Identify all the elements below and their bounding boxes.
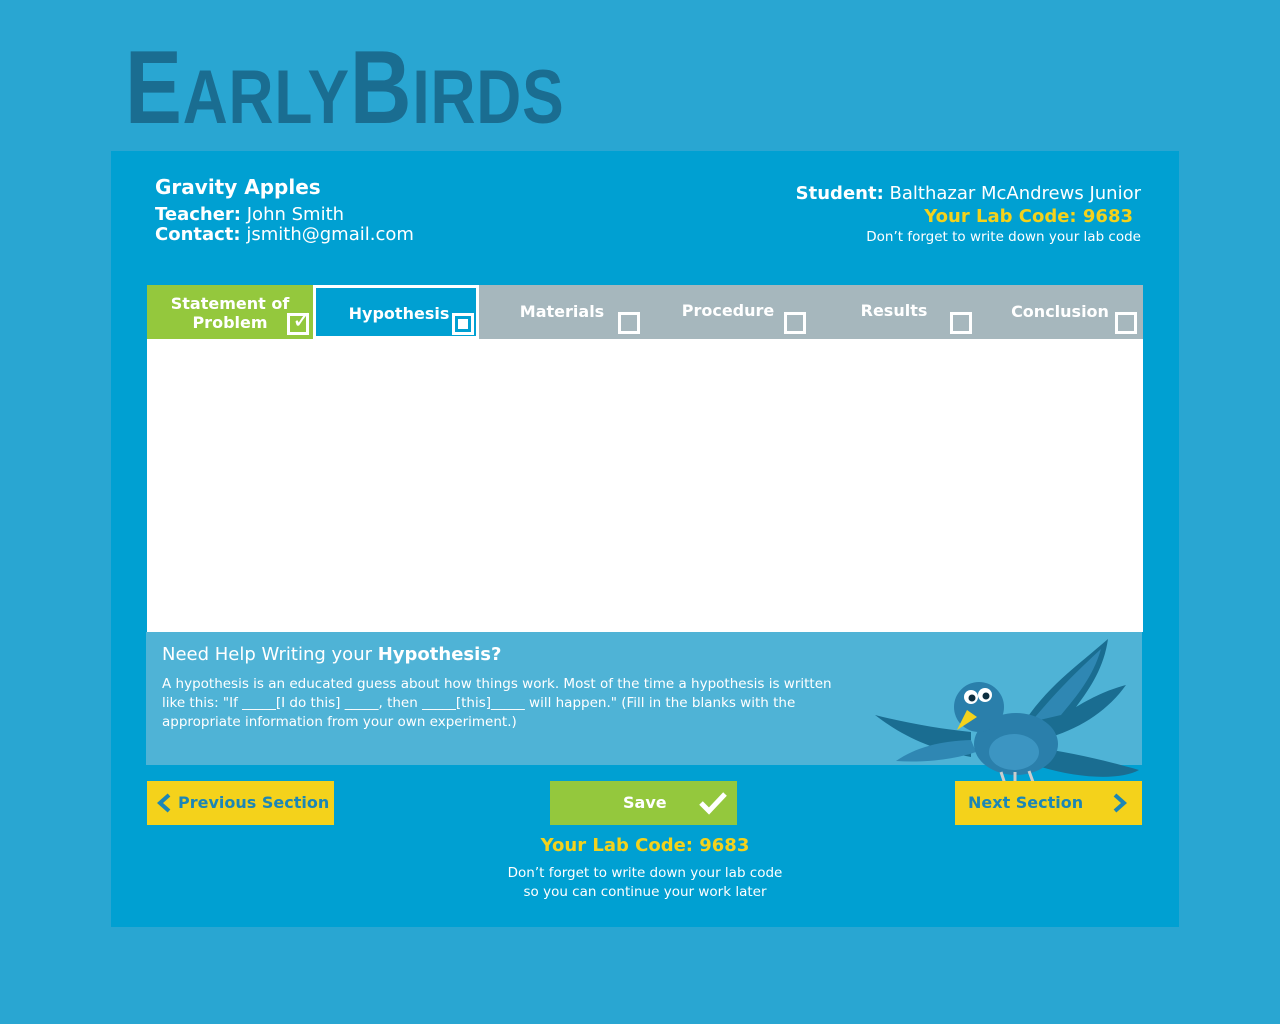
chevron-right-icon (1113, 793, 1128, 813)
tab-label: Procedure (681, 301, 775, 320)
next-section-button[interactable]: Next Section (955, 781, 1142, 825)
contact-email: jsmith@gmail.com (246, 224, 414, 245)
earlybirds-logo: EARLYBIRDS (125, 30, 565, 146)
next-section-label: Next Section (968, 793, 1084, 812)
teacher-label: Teacher: (155, 204, 242, 225)
chevron-left-icon (156, 793, 171, 813)
reminder-line1: Don’t forget to write down your lab code (507, 865, 783, 881)
checkbox-empty-icon (1115, 312, 1137, 334)
help-text: A hypothesis is an educated guess about … (162, 676, 832, 730)
save-button[interactable]: Save (550, 781, 737, 825)
teacher-line: Teacher: John Smith (155, 204, 344, 225)
teacher-name: John Smith (246, 204, 345, 225)
help-title: Need Help Writing your Hypothesis? (162, 644, 501, 665)
project-title: Gravity Apples (155, 175, 321, 199)
checkmark-icon (699, 792, 727, 815)
tab-label-line1: Statement of (170, 294, 290, 313)
reminder-line2: so you can continue your work later (523, 884, 767, 900)
contact-line: Contact: jsmith@gmail.com (155, 224, 414, 245)
previous-section-label: Previous Section (178, 793, 330, 812)
help-box: Need Help Writing your Hypothesis? A hyp… (146, 632, 1142, 785)
student-label: Student: (795, 183, 884, 204)
tab-label: Materials (519, 302, 605, 321)
checkbox-empty-icon (618, 312, 640, 334)
lab-code-reminder-top: Don’t forget to write down your lab code (866, 229, 1141, 245)
lab-panel: Gravity Apples Teacher: John Smith Conta… (111, 151, 1179, 927)
checkbox-empty-icon (784, 312, 806, 334)
student-name: Balthazar McAndrews Junior (889, 183, 1142, 204)
tab-results[interactable]: Results (811, 285, 977, 339)
previous-section-button[interactable]: Previous Section (147, 781, 334, 825)
lab-code-bottom: Your Lab Code: 9683 (540, 835, 750, 856)
tab-materials[interactable]: Materials (479, 285, 645, 339)
tab-label-line2: Problem (192, 313, 268, 332)
lab-code-reminder-bottom: Don’t forget to write down your lab code… (111, 864, 1179, 902)
hypothesis-text-area[interactable] (147, 339, 1143, 632)
tab-label: Results (860, 301, 928, 320)
lab-code-top: Your Lab Code: 9683 (924, 206, 1133, 227)
checkbox-in-progress-icon (452, 313, 474, 335)
checkbox-checked-icon: ✓ (287, 308, 312, 335)
tab-statement-of-problem[interactable]: Statement of Problem ✓ (147, 285, 313, 339)
tab-conclusion[interactable]: Conclusion (977, 285, 1143, 339)
checkbox-empty-icon (950, 312, 972, 334)
contact-label: Contact: (155, 224, 241, 245)
tab-label: Conclusion (1011, 302, 1109, 321)
help-title-topic: Hypothesis? (377, 644, 502, 665)
help-title-prefix: Need Help Writing your (162, 644, 372, 665)
student-line: Student: Balthazar McAndrews Junior (796, 183, 1141, 204)
bird-mascot-icon (875, 639, 1139, 785)
tab-procedure[interactable]: Procedure (645, 285, 811, 339)
section-tabs: Statement of Problem ✓ Hypothesis Materi… (147, 285, 1143, 339)
save-label: Save (623, 793, 667, 812)
tab-hypothesis[interactable]: Hypothesis (313, 285, 479, 339)
